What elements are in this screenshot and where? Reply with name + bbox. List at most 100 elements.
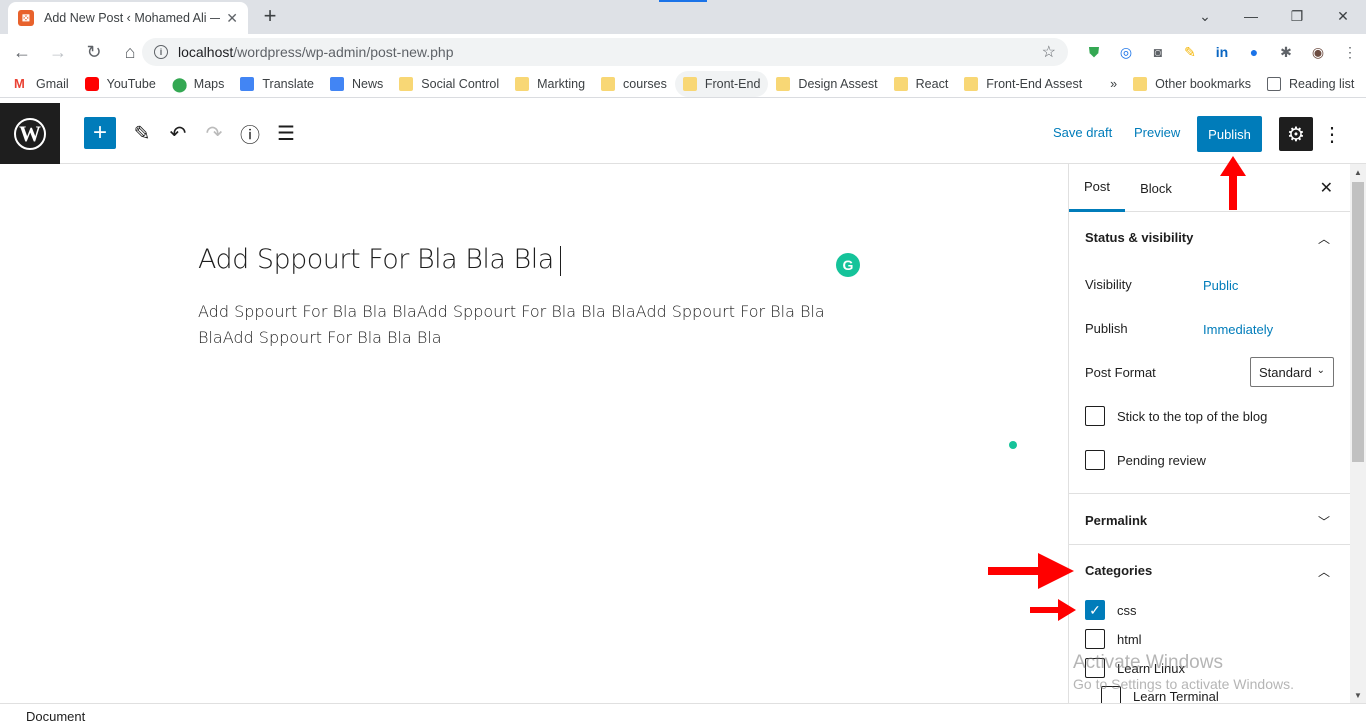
folder-icon bbox=[682, 76, 697, 91]
bookmark-youtube[interactable]: YouTube bbox=[77, 71, 164, 97]
chevron-down-icon[interactable]: ﹀ bbox=[1318, 513, 1330, 530]
sidebar-scrollbar[interactable]: ▲ ▼ bbox=[1350, 164, 1366, 703]
stick-to-top-label[interactable]: Stick to the top of the blog bbox=[1117, 409, 1267, 424]
restore-button[interactable]: ❐ bbox=[1274, 0, 1320, 32]
tab-block[interactable]: Block bbox=[1133, 164, 1179, 212]
permalink-header[interactable]: Permalink bbox=[1085, 513, 1147, 528]
profile-avatar[interactable]: ◉ bbox=[1306, 38, 1330, 66]
browser-tab[interactable]: ⊠ Add New Post ‹ Mohamed Ali — ✕ bbox=[8, 2, 248, 34]
site-info-icon[interactable]: i bbox=[154, 45, 168, 59]
settings-sidebar: Post Block ✕ Status & visibility ︿ Visib… bbox=[1068, 164, 1350, 703]
back-button[interactable]: ← bbox=[6, 36, 38, 68]
panel-divider bbox=[1069, 544, 1350, 545]
tab-post[interactable]: Post bbox=[1069, 164, 1125, 212]
category-html-checkbox[interactable] bbox=[1085, 629, 1105, 649]
edit-tools-icon[interactable]: ✎ bbox=[126, 117, 158, 149]
address-bar[interactable]: i localhost/wordpress/wp-admin/post-new.… bbox=[142, 38, 1068, 66]
bookmark-gmail[interactable]: M Gmail bbox=[6, 71, 77, 97]
publish-label: Publish bbox=[1085, 321, 1128, 336]
activate-windows-watermark: Activate Windows Go to Settings to activ… bbox=[1073, 652, 1294, 692]
reading-list-icon bbox=[1267, 76, 1281, 91]
bookmark-news[interactable]: News bbox=[322, 71, 391, 97]
editor-canvas: Add Sppourt For Bla Bla Bla G Add Sppour… bbox=[0, 164, 1068, 703]
url-host: localhost bbox=[178, 44, 234, 60]
status-visibility-header[interactable]: Status & visibility bbox=[1085, 230, 1193, 245]
stick-to-top-checkbox[interactable] bbox=[1085, 406, 1105, 426]
bookmark-courses[interactable]: courses bbox=[593, 71, 675, 97]
bookmark-front-end[interactable]: Front-End bbox=[674, 70, 769, 97]
forward-button[interactable]: → bbox=[42, 36, 74, 68]
tab-search-icon[interactable]: ⌄ bbox=[1182, 0, 1228, 32]
circle-extension-icon[interactable]: ◎ bbox=[1114, 38, 1138, 66]
post-title-text: Add Sppourt For Bla Bla Bla bbox=[198, 244, 554, 275]
bookmark-other[interactable]: Other bookmarks bbox=[1125, 71, 1259, 97]
close-window-button[interactable]: ✕ bbox=[1320, 0, 1366, 32]
post-format-select[interactable]: Standard ⌄ bbox=[1250, 357, 1334, 387]
tab-close-icon[interactable]: ✕ bbox=[226, 10, 238, 27]
category-html-label[interactable]: html bbox=[1117, 632, 1142, 647]
more-bookmarks-button[interactable]: » bbox=[1102, 71, 1125, 97]
tab-title: Add New Post ‹ Mohamed Ali — bbox=[44, 11, 221, 25]
highlighter-extension-icon[interactable]: ✎ bbox=[1178, 38, 1202, 66]
category-css-checkbox[interactable]: ✓ bbox=[1085, 600, 1105, 620]
bookmarks-bar: M Gmail YouTube ⬤ Maps Translate News Soci… bbox=[0, 70, 1366, 98]
pending-review-label[interactable]: Pending review bbox=[1117, 453, 1206, 468]
settings-gear-icon[interactable]: ⚙ bbox=[1279, 117, 1313, 151]
minimize-button[interactable]: — bbox=[1228, 0, 1274, 32]
undo-icon[interactable]: ↶ bbox=[162, 117, 194, 149]
folder-icon bbox=[776, 76, 791, 91]
visibility-toggle[interactable]: Public bbox=[1203, 278, 1238, 293]
chevron-up-icon[interactable]: ︿ bbox=[1318, 563, 1330, 580]
scrollbar-thumb[interactable] bbox=[1352, 182, 1364, 462]
reading-list-button[interactable]: Reading list bbox=[1259, 71, 1362, 97]
category-css-label[interactable]: css bbox=[1117, 603, 1137, 618]
list-view-icon[interactable]: ☰ bbox=[270, 117, 302, 149]
extensions-area: ⛊ ◎ ◙ ✎ in ● ✱ ◉ ⋮ bbox=[1078, 38, 1366, 66]
chevron-up-icon[interactable]: ︿ bbox=[1318, 230, 1330, 247]
paragraph-block[interactable]: Add Sppourt For Bla Bla BlaAdd Sppourt F… bbox=[198, 299, 858, 351]
folder-icon bbox=[601, 76, 616, 91]
publish-button[interactable]: Publish bbox=[1197, 116, 1262, 152]
bookmark-maps[interactable]: ⬤ Maps bbox=[164, 71, 233, 97]
browser-toolbar: ← → ↻ ⌂ i localhost/wordpress/wp-admin/p… bbox=[0, 34, 1366, 70]
bookmark-design-assest[interactable]: Design Assest bbox=[768, 71, 885, 97]
text-caret bbox=[559, 245, 562, 276]
puzzle-extensions-icon[interactable]: ✱ bbox=[1274, 38, 1298, 66]
editor-footer: Document bbox=[0, 703, 1366, 728]
scroll-up-icon[interactable]: ▲ bbox=[1350, 164, 1366, 180]
close-sidebar-icon[interactable]: ✕ bbox=[1320, 178, 1333, 198]
watermark-line-1: Activate Windows bbox=[1073, 652, 1223, 673]
tab-loading-indicator bbox=[659, 0, 707, 2]
post-title-input[interactable]: Add Sppourt For Bla Bla Bla bbox=[198, 244, 562, 276]
bookmark-translate[interactable]: Translate bbox=[232, 71, 322, 97]
bookmark-social-control[interactable]: Social Control bbox=[391, 71, 507, 97]
maps-pin-icon: ⬤ bbox=[171, 75, 188, 92]
categories-header[interactable]: Categories bbox=[1085, 563, 1152, 578]
bookmark-markting[interactable]: Markting bbox=[507, 71, 593, 97]
wordpress-logo-button[interactable]: W bbox=[0, 103, 60, 164]
add-block-button[interactable]: + bbox=[84, 117, 116, 149]
publish-date-toggle[interactable]: Immediately bbox=[1203, 322, 1273, 337]
bookmark-front-end-assest[interactable]: Front-End Assest bbox=[956, 71, 1090, 97]
pending-review-checkbox[interactable] bbox=[1085, 450, 1105, 470]
info-icon[interactable]: ⓘ bbox=[234, 117, 266, 149]
chrome-menu-icon[interactable]: ⋮ bbox=[1338, 38, 1362, 66]
save-draft-button[interactable]: Save draft bbox=[1053, 125, 1112, 140]
shield-extension-icon[interactable]: ⛊ bbox=[1082, 38, 1106, 66]
redo-icon[interactable]: ↷ bbox=[198, 117, 230, 149]
preview-button[interactable]: Preview bbox=[1134, 125, 1180, 140]
grammarly-icon[interactable]: G bbox=[836, 253, 860, 277]
breadcrumb-document[interactable]: Document bbox=[26, 709, 85, 724]
globe-extension-icon[interactable]: ● bbox=[1242, 38, 1266, 66]
youtube-icon bbox=[84, 76, 99, 91]
more-options-icon[interactable]: ⋮ bbox=[1322, 117, 1342, 151]
linkedin-extension-icon[interactable]: in bbox=[1210, 38, 1234, 66]
window-controls: ⌄ — ❐ ✕ bbox=[1182, 0, 1366, 32]
bookmark-star-icon[interactable]: ☆ bbox=[1042, 42, 1056, 62]
camera-extension-icon[interactable]: ◙ bbox=[1146, 38, 1170, 66]
bookmark-react[interactable]: React bbox=[886, 71, 957, 97]
browser-tab-strip: ⊠ Add New Post ‹ Mohamed Ali — ✕ + ⌄ — ❐… bbox=[0, 0, 1366, 34]
scroll-down-icon[interactable]: ▼ bbox=[1350, 687, 1366, 703]
reload-button[interactable]: ↻ bbox=[78, 36, 110, 68]
new-tab-button[interactable]: + bbox=[258, 5, 282, 29]
